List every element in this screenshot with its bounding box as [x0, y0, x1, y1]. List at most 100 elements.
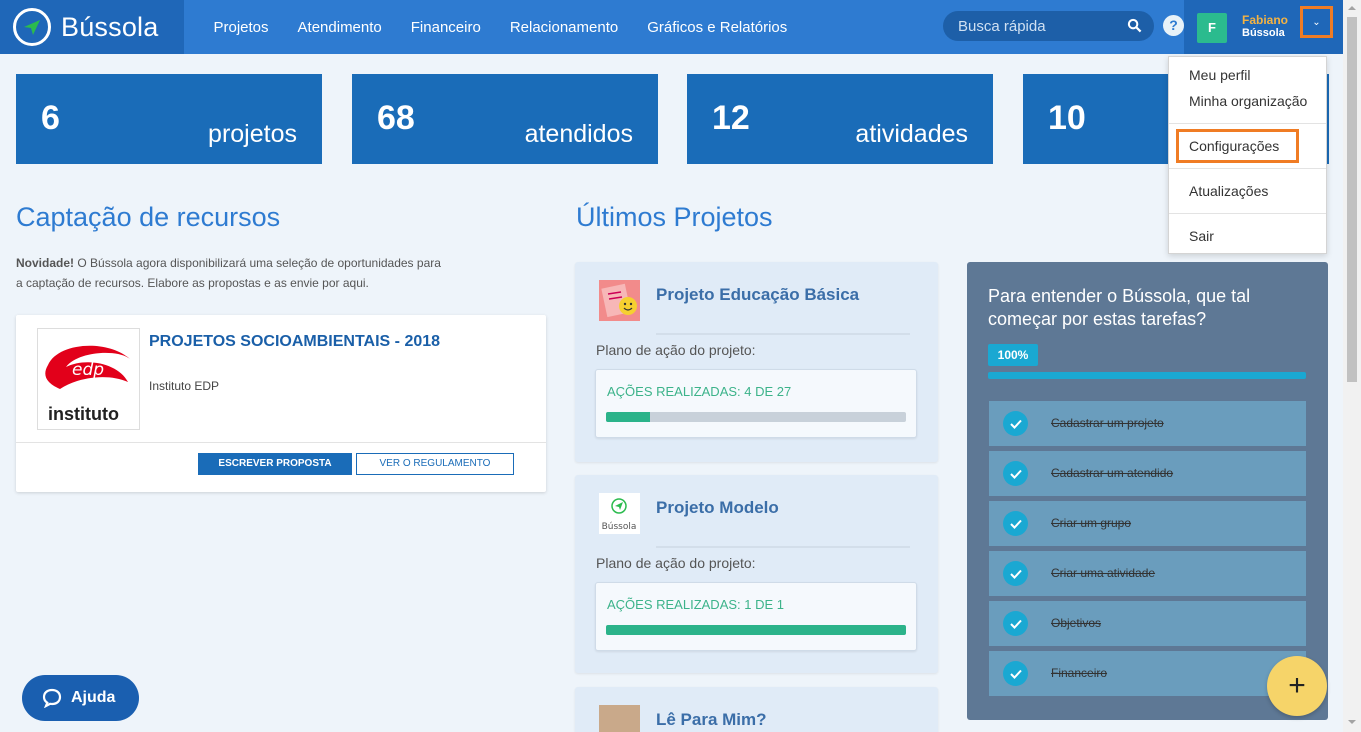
compass-icon: [13, 8, 51, 46]
nav-relacionamento[interactable]: Relacionamento: [510, 19, 618, 36]
check-icon: [1003, 661, 1028, 686]
task-item[interactable]: Criar uma atividade: [989, 551, 1306, 596]
chevron-down-icon: ⌄: [1312, 16, 1321, 28]
user-dropdown-menu: Meu perfil Minha organização Configuraçõ…: [1168, 56, 1327, 254]
onboarding-tasks-panel: Para entender o Bússola, que tal começar…: [967, 262, 1328, 720]
menu-item-minha-organizacao[interactable]: Minha organização: [1189, 93, 1307, 109]
project-name[interactable]: Projeto Educação Básica: [656, 285, 859, 305]
menu-divider: [1169, 168, 1326, 169]
user-dropdown-button[interactable]: ⌄: [1300, 6, 1333, 38]
task-item[interactable]: Cadastrar um projeto: [989, 401, 1306, 446]
stat-value: 12: [712, 99, 750, 137]
novidade-text: Novidade! O Bússola agora disponibilizar…: [16, 253, 446, 293]
actions-progress-fill: [606, 625, 906, 635]
menu-item-sair[interactable]: Sair: [1189, 228, 1214, 244]
task-item[interactable]: Criar um grupo: [989, 501, 1306, 546]
actions-count: AÇÕES REALIZADAS: 1 DE 1: [607, 597, 785, 612]
check-icon: [1003, 511, 1028, 536]
project-name[interactable]: Lê Para Mim?: [656, 710, 767, 730]
scroll-down-icon[interactable]: [1348, 720, 1356, 724]
task-label: Criar um grupo: [1051, 516, 1132, 530]
project-card[interactable]: Projeto Educação Básica Plano de ação do…: [575, 262, 938, 462]
task-label: Objetivos: [1051, 616, 1102, 630]
project-card[interactable]: Bússola Projeto Modelo Plano de ação do …: [575, 475, 938, 673]
menu-item-configuracoes[interactable]: Configurações: [1189, 138, 1279, 154]
task-label: Financeiro: [1051, 666, 1108, 680]
project-image: [599, 705, 640, 732]
search-icon[interactable]: [1127, 18, 1142, 33]
novidade-body: O Bússola agora disponibilizará uma sele…: [16, 256, 441, 290]
divider: [656, 333, 910, 335]
nav-projetos[interactable]: Projetos: [214, 19, 269, 36]
captacao-title: Captação de recursos: [16, 202, 281, 232]
user-org: Bússola: [1242, 27, 1285, 39]
help-label: Ajuda: [71, 689, 116, 706]
edp-logo: edp instituto: [37, 328, 140, 430]
nav-financeiro[interactable]: Financeiro: [411, 19, 481, 36]
plan-label: Plano de ação do projeto:: [596, 555, 756, 571]
search-input[interactable]: [958, 17, 1123, 35]
novidade-label: Novidade!: [16, 256, 75, 270]
project-image: Bússola: [599, 493, 640, 534]
scrollbar[interactable]: [1343, 0, 1361, 732]
stat-card-atendidos[interactable]: 68 atendidos: [352, 74, 658, 164]
user-menu[interactable]: F Fabiano Bússola ⌄: [1184, 0, 1343, 54]
opportunity-title[interactable]: PROJETOS SOCIOAMBIENTAIS - 2018: [149, 333, 449, 350]
menu-divider: [1169, 123, 1326, 124]
project-logo-caption: Bússola: [602, 522, 637, 532]
view-rules-button[interactable]: VER O REGULAMENTO: [356, 453, 514, 475]
task-item[interactable]: Financeiro: [989, 651, 1306, 696]
chat-bubble-icon: [42, 688, 62, 708]
menu-item-meu-perfil[interactable]: Meu perfil: [1189, 67, 1250, 83]
nav-atendimento[interactable]: Atendimento: [298, 19, 382, 36]
app-name: Bússola: [61, 11, 159, 42]
menu-divider: [1169, 213, 1326, 214]
scrollbar-thumb[interactable]: [1347, 17, 1357, 382]
help-icon[interactable]: ?: [1163, 15, 1184, 36]
tasks-progress-bar: [988, 372, 1306, 379]
plan-label: Plano de ação do projeto:: [596, 342, 756, 358]
check-icon: [1003, 561, 1028, 586]
task-item[interactable]: Cadastrar um atendido: [989, 451, 1306, 496]
task-item[interactable]: Objetivos: [989, 601, 1306, 646]
project-image: [599, 280, 640, 321]
scroll-up-icon[interactable]: [1348, 6, 1356, 10]
opportunity-org: Instituto EDP: [149, 379, 220, 393]
actions-progress-bar: [606, 625, 906, 635]
main-nav: Projetos Atendimento Financeiro Relacion…: [199, 0, 802, 54]
tasks-percent-badge: 100%: [988, 344, 1038, 366]
edp-brand-text: edp: [72, 360, 104, 380]
tasks-title: Para entender o Bússola, que tal começar…: [988, 286, 1251, 329]
divider: [16, 442, 546, 443]
check-icon: [1003, 411, 1028, 436]
nav-graficos-relatorios[interactable]: Gráficos e Relatórios: [647, 19, 787, 36]
project-card[interactable]: Lê Para Mim?: [575, 687, 938, 732]
actions-box: AÇÕES REALIZADAS: 4 DE 27: [595, 369, 917, 438]
app-logo[interactable]: Bússola: [0, 0, 184, 54]
stat-label: atendidos: [524, 120, 633, 148]
task-label: Cadastrar um atendido: [1051, 466, 1174, 480]
task-label: Cadastrar um projeto: [1051, 416, 1164, 430]
add-button[interactable]: +: [1267, 656, 1327, 716]
stat-card-atividades[interactable]: 12 atividades: [687, 74, 993, 164]
stat-value: 6: [41, 99, 60, 137]
actions-progress-fill: [606, 412, 651, 422]
stat-value: 10: [1048, 99, 1086, 137]
plus-icon: +: [1288, 669, 1306, 702]
actions-count: AÇÕES REALIZADAS: 4 DE 27: [607, 384, 792, 399]
divider: [656, 546, 910, 548]
project-name[interactable]: Projeto Modelo: [656, 498, 779, 518]
projects-title: Últimos Projetos: [576, 202, 773, 232]
opportunity-card: edp instituto PROJETOS SOCIOAMBIENTAIS -…: [16, 315, 546, 492]
stat-label: atividades: [855, 120, 968, 148]
user-name: Fabiano: [1242, 13, 1289, 27]
help-chat-button[interactable]: Ajuda: [22, 675, 139, 721]
menu-item-atualizacoes[interactable]: Atualizações: [1189, 183, 1268, 199]
check-icon: [1003, 461, 1028, 486]
write-proposal-button[interactable]: ESCREVER PROPOSTA: [198, 453, 352, 475]
stat-label: projetos: [208, 120, 297, 148]
check-icon: [1003, 611, 1028, 636]
stat-value: 68: [377, 99, 415, 137]
avatar: F: [1197, 13, 1227, 43]
stat-card-projetos[interactable]: 6 projetos: [16, 74, 322, 164]
